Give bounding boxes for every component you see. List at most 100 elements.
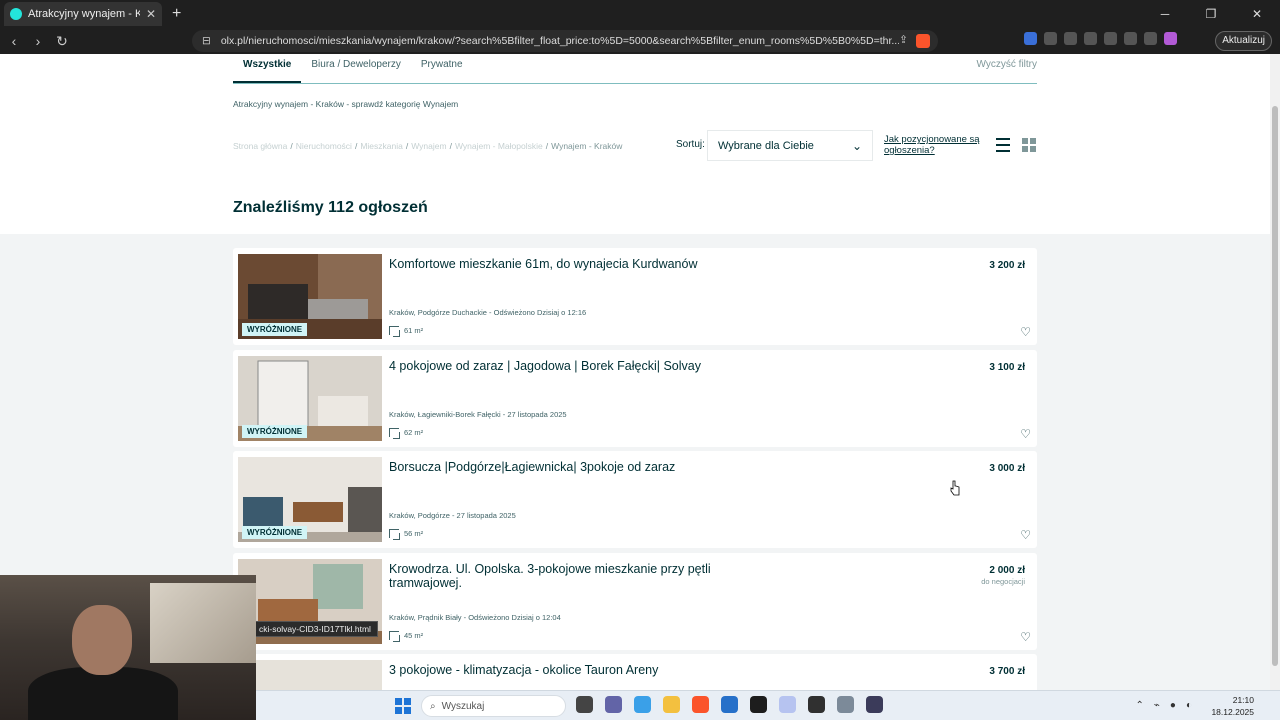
area-icon (389, 630, 400, 642)
reload-icon[interactable]: ↻ (52, 33, 72, 50)
favorite-heart-icon[interactable]: ♡ (1020, 427, 1031, 441)
breadcrumb-item[interactable]: Wynajem - Małopolskie (455, 141, 543, 151)
share-icon[interactable]: ⇪ (899, 34, 908, 48)
system-clock[interactable]: 21:10 18.12.2025 (1211, 694, 1254, 718)
chevron-down-icon: ⌄ (851, 138, 862, 153)
brave-shield-icon[interactable] (916, 34, 930, 48)
listing-card[interactable]: WYRÓŻNIONE Komfortowe mieszkanie 61m, do… (233, 248, 1037, 345)
favorite-heart-icon[interactable]: ♡ (1020, 630, 1031, 644)
chevron-up-icon[interactable]: ⌃ (1135, 700, 1143, 711)
breadcrumb-item[interactable]: Nieruchomości (296, 141, 352, 151)
featured-badge: WYRÓŻNIONE (242, 424, 308, 438)
listing-title[interactable]: 3 pokojowe - klimatyzacja - okolice Taur… (389, 663, 759, 677)
webcam-background-window (150, 583, 256, 663)
bookmark-icon[interactable]: ⊟ (202, 35, 211, 47)
forward-icon[interactable]: › (28, 33, 48, 49)
listing-title[interactable]: 4 pokojowe od zaraz | Jagodowa | Borek F… (389, 359, 759, 373)
price-value: 3 200 zł (989, 260, 1025, 271)
extensions-row (1024, 32, 1177, 45)
copilot-icon[interactable] (634, 696, 651, 713)
address-toolbar: ‹ › ↻ ⊟ olx.pl/nieruchomosci/mieszkania/… (0, 28, 1280, 54)
listing-price: 3 100 zł (989, 362, 1025, 373)
grid-view-icon[interactable] (1022, 138, 1036, 152)
maximize-icon[interactable]: ❐ (1188, 0, 1234, 28)
listing-title[interactable]: Krowodrza. Ul. Opolska. 3-pokojowe miesz… (389, 562, 759, 590)
brave-browser-icon[interactable] (692, 696, 709, 713)
listing-price: 2 000 zł do negocjacji (981, 565, 1025, 586)
settings-gear-icon[interactable] (837, 696, 854, 713)
featured-badge: WYRÓŻNIONE (242, 323, 308, 336)
listing-photo[interactable]: WYRÓŻNIONE (238, 254, 382, 339)
seller-filter-tabs: Wszystkie Biura / Deweloperzy Prywatne W… (233, 54, 1037, 84)
taskbar-search-placeholder: Wyszukaj (441, 700, 485, 712)
close-window-icon[interactable]: ✕ (1234, 0, 1280, 28)
nvidia-icon[interactable] (750, 696, 767, 713)
page-scrollbar[interactable] (1270, 54, 1280, 690)
teams-icon[interactable] (605, 696, 622, 713)
favorite-heart-icon[interactable]: ♡ (1020, 528, 1031, 542)
area-icon (389, 427, 400, 439)
vpn-icon[interactable] (1144, 32, 1157, 45)
url-bar[interactable]: ⊟ olx.pl/nieruchomosci/mieszkania/wynaje… (192, 30, 938, 52)
list-view-icon[interactable] (996, 138, 1010, 152)
sort-value: Wybrane dla Ciebie (718, 139, 814, 152)
listing-photo[interactable]: WYRÓŻNIONE (238, 457, 382, 542)
system-tray: ⌃ ⌁ ● ◐ (1135, 700, 1192, 711)
listing-location: Kraków, Podgórze Duchackie - Odświeżono … (389, 308, 587, 317)
windows-start-icon[interactable] (395, 698, 411, 714)
tab-business[interactable]: Biura / Deweloperzy (301, 54, 410, 83)
tab-private[interactable]: Prywatne (411, 54, 473, 83)
notepad-icon[interactable] (779, 696, 796, 713)
favorite-heart-icon[interactable]: ♡ (1020, 325, 1031, 339)
windows-taskbar: ⌕ Wyszukaj ⌃ ⌁ ● ◐ 21:10 18.12.2025 (256, 690, 1280, 720)
profile-icon[interactable] (1164, 32, 1177, 45)
listing-card[interactable]: 3 pokojowe - klimatyzacja - okolice Taur… (233, 654, 1037, 690)
category-promo-link[interactable]: Atrakcyjny wynajem - Kraków - sprawdź ka… (233, 99, 458, 109)
listing-price: 3 700 zł (989, 666, 1025, 677)
music-icon[interactable] (1084, 32, 1097, 45)
positioning-info-link[interactable]: Jak pozycjonowane są ogłoszenia? (884, 134, 984, 156)
breadcrumb-item[interactable]: Mieszkania (360, 141, 403, 151)
area-value: 56 m² (404, 529, 424, 538)
listing-card[interactable]: WYRÓŻNIONE Borsucza |Podgórze|Łagiewnick… (233, 451, 1037, 548)
tab-all[interactable]: Wszystkie (233, 54, 302, 83)
mic-icon[interactable]: ● (1170, 700, 1176, 711)
taskbar-apps (576, 696, 883, 713)
url-text[interactable]: olx.pl/nieruchomosci/mieszkania/wynajem/… (221, 35, 899, 47)
network-icon[interactable]: ⌁ (1154, 700, 1160, 711)
breadcrumb-item[interactable]: Wynajem (411, 141, 446, 151)
app-icon[interactable] (866, 696, 883, 713)
clear-filters-link[interactable]: Wyczyść filtry (977, 59, 1037, 70)
listing-title[interactable]: Borsucza |Podgórze|Łagiewnicka| 3pokoje … (389, 460, 759, 474)
extension-icon[interactable] (1064, 32, 1077, 45)
sidebar-icon[interactable] (1104, 32, 1117, 45)
status-url-preview: cki-solvay-CID3-ID17Tlkl.html (252, 621, 378, 637)
listing-card[interactable]: WYRÓŻNIONE 4 pokojowe od zaraz | Jagodow… (233, 349, 1037, 447)
minimize-icon[interactable]: ─ (1142, 0, 1188, 28)
puzzle-icon[interactable] (1044, 32, 1057, 45)
leo-icon[interactable] (1124, 32, 1137, 45)
listing-photo[interactable]: WYRÓŻNIONE (238, 355, 382, 441)
taskbar-search[interactable]: ⌕ Wyszukaj (421, 695, 566, 717)
browser-tab[interactable]: Atrakcyjny wynajem - Kraków - ✕ (4, 2, 162, 26)
browser-tabbar: Atrakcyjny wynajem - Kraków - ✕ + ─ ❐ ✕ (0, 0, 1280, 28)
new-tab-icon[interactable]: + (172, 5, 181, 23)
task-view-icon[interactable] (576, 696, 593, 713)
listing-title[interactable]: Komfortowe mieszkanie 61m, do wynajecia … (389, 257, 759, 271)
store-icon[interactable] (721, 696, 738, 713)
back-icon[interactable]: ‹ (4, 33, 24, 49)
scrollbar-thumb[interactable] (1272, 106, 1278, 666)
update-button[interactable]: Aktualizuj (1215, 31, 1272, 51)
obs-icon[interactable] (808, 696, 825, 713)
sort-label: Sortuj: (676, 139, 705, 150)
file-explorer-icon[interactable] (663, 696, 680, 713)
breadcrumb-item[interactable]: Strona główna (233, 141, 287, 151)
close-tab-icon[interactable]: ✕ (146, 7, 156, 21)
sort-dropdown[interactable]: Wybrane dla Ciebie ⌄ (707, 130, 873, 161)
listing-area: 62 m² (389, 427, 423, 439)
extension-icon[interactable] (1024, 32, 1037, 45)
listing-photo[interactable] (238, 660, 382, 690)
area-value: 45 m² (404, 630, 424, 640)
volume-icon[interactable]: ◐ (1186, 700, 1192, 711)
breadcrumb-current: Wynajem - Kraków (551, 141, 623, 151)
